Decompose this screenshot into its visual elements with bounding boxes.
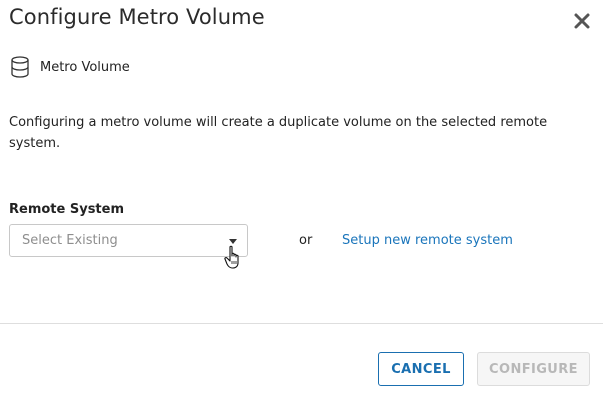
setup-new-remote-system-link[interactable]: Setup new remote system (342, 233, 513, 248)
description-text: Configuring a metro volume will create a… (9, 115, 548, 151)
close-icon[interactable] (573, 12, 591, 30)
cancel-button[interactable]: CANCEL (378, 352, 464, 386)
select-placeholder: Select Existing (22, 233, 118, 248)
hand-pointer-icon (224, 245, 244, 275)
caret-down-icon (229, 239, 237, 244)
configure-button[interactable]: CONFIGURE (477, 352, 590, 386)
dialog-title: Configure Metro Volume (9, 5, 265, 29)
or-text: or (299, 233, 313, 248)
volume-name: Metro Volume (40, 59, 130, 75)
volume-row: Metro Volume (10, 55, 130, 79)
footer-divider (0, 323, 603, 324)
remote-system-select[interactable]: Select Existing (9, 224, 248, 257)
remote-system-label: Remote System (9, 202, 125, 217)
database-icon (10, 56, 30, 78)
